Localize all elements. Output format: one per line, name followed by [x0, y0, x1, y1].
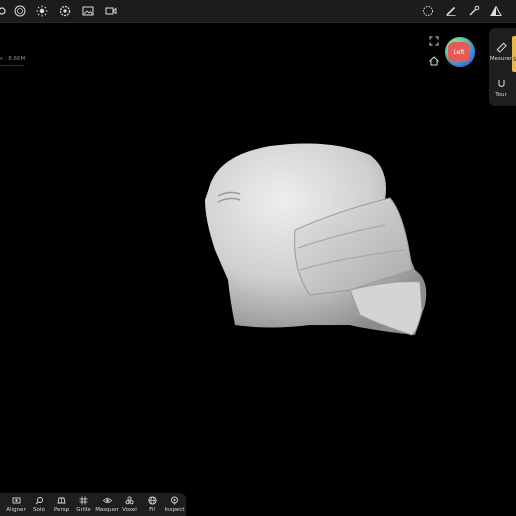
- solo-button[interactable]: Solo: [30, 496, 48, 513]
- hide-button[interactable]: Masquer: [95, 496, 119, 513]
- search-icon: [35, 497, 43, 505]
- grid-icon: [79, 496, 88, 505]
- image-icon[interactable]: [80, 3, 96, 19]
- video-icon[interactable]: [103, 3, 119, 19]
- fullscreen-icon[interactable]: [427, 34, 441, 48]
- bottom-toolbar: Aligner Solo Persp Grille Masquer Voxel …: [0, 493, 186, 516]
- voxel-label: Voxel: [122, 507, 137, 513]
- voxel-icon: [125, 496, 134, 505]
- turntable-icon: [498, 80, 504, 87]
- measure-tool[interactable]: Mesurer: [489, 42, 513, 62]
- helmet-model[interactable]: [190, 130, 440, 350]
- view-cube-face[interactable]: Left: [448, 42, 470, 62]
- voxel-button[interactable]: Voxel: [121, 496, 138, 513]
- turn-label: Tour: [495, 92, 507, 98]
- persp-button[interactable]: Persp: [52, 496, 71, 513]
- polycount-label: s : 8.66M: [0, 56, 25, 66]
- globe-icon[interactable]: [12, 3, 28, 19]
- settings-icon[interactable]: [57, 3, 73, 19]
- lasso-icon[interactable]: [420, 3, 436, 19]
- inspect-button[interactable]: Inspect: [164, 496, 185, 513]
- eye-icon: [102, 498, 112, 503]
- ruler-icon: [496, 42, 507, 53]
- sun-icon[interactable]: [34, 3, 50, 19]
- home-icon[interactable]: [427, 54, 441, 68]
- wireframe-icon: [147, 496, 157, 505]
- wire-label: Fil: [149, 507, 155, 513]
- menu-icon[interactable]: [0, 3, 10, 19]
- turn-tool[interactable]: Tour: [489, 78, 513, 98]
- persp-label: Persp: [53, 507, 70, 513]
- solo-label: Solo: [33, 507, 45, 513]
- align-icon: [12, 497, 20, 504]
- brush-icon[interactable]: [443, 3, 459, 19]
- top-toolbar: [0, 0, 516, 23]
- measure-label: Mesurer: [489, 56, 513, 62]
- grid-label: Grille: [76, 507, 91, 513]
- active-tool-tab[interactable]: [512, 36, 516, 72]
- hide-label: Masquer: [95, 507, 119, 513]
- perspective-icon: [57, 497, 66, 504]
- align-button[interactable]: Aligner: [6, 496, 26, 513]
- grid-button[interactable]: Grille: [75, 496, 92, 513]
- inspect-icon: [171, 496, 178, 505]
- align-label: Aligner: [6, 507, 26, 513]
- triangle-icon[interactable]: [488, 3, 504, 19]
- picker-icon[interactable]: [466, 3, 482, 19]
- inspect-label: Inspect: [164, 507, 185, 513]
- wire-button[interactable]: Fil: [145, 496, 159, 513]
